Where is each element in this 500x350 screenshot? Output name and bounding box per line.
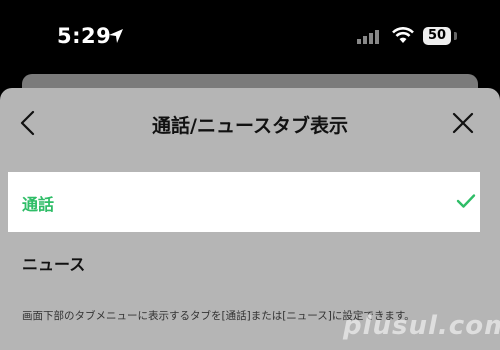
option-call-label: 通話: [22, 195, 55, 214]
option-call[interactable]: 通話: [8, 172, 480, 232]
status-bar: 5:29 50: [0, 0, 500, 75]
check-icon: [456, 194, 476, 208]
option-news-label: ニュース: [22, 255, 86, 274]
status-time: 5:29: [57, 24, 112, 48]
battery-level: 50: [427, 28, 447, 43]
option-news[interactable]: ニュース: [0, 232, 500, 292]
battery-icon: 50: [423, 27, 451, 45]
battery-tip: [454, 32, 457, 40]
close-icon[interactable]: [452, 112, 474, 134]
watermark: plusul.com: [343, 311, 500, 341]
cellular-signal-icon: [357, 30, 379, 44]
location-arrow-icon: [109, 29, 123, 43]
sheet-title: 通話/ニュースタブ表示: [152, 115, 348, 137]
wifi-icon: [392, 27, 414, 43]
